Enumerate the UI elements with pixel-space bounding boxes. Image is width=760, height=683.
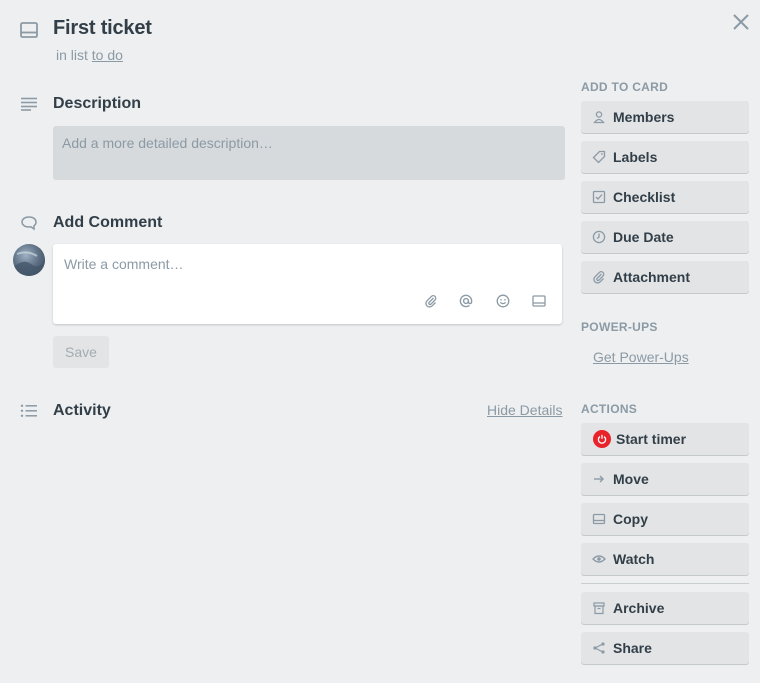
archive-label: Archive <box>613 600 665 616</box>
move-label: Move <box>613 471 649 487</box>
description-heading: Description <box>53 95 142 112</box>
start-timer-button[interactable]: Start timer <box>581 423 749 455</box>
arrow-right-icon <box>592 472 606 486</box>
labels-label: Labels <box>613 149 658 165</box>
start-timer-label: Start timer <box>616 431 687 447</box>
list-link[interactable]: to do <box>92 47 123 63</box>
description-icon <box>19 94 39 114</box>
members-label: Members <box>613 109 675 125</box>
save-button[interactable]: Save <box>53 336 109 368</box>
share-label: Share <box>613 640 652 656</box>
share-button[interactable]: Share <box>581 632 749 664</box>
card-icon <box>19 20 39 40</box>
actions-heading: ACTIONS <box>581 402 638 416</box>
checklist-label: Checklist <box>613 189 676 205</box>
paperclip-icon[interactable] <box>423 293 439 309</box>
eye-icon <box>592 552 606 566</box>
actions-divider <box>581 583 749 584</box>
watch-label: Watch <box>613 551 655 567</box>
at-icon[interactable] <box>458 293 474 309</box>
emoji-icon[interactable] <box>495 293 511 309</box>
tag-icon <box>592 150 606 164</box>
share-icon <box>592 641 606 655</box>
copy-button[interactable]: Copy <box>581 503 749 535</box>
activity-heading: Activity <box>53 402 111 419</box>
due-date-label: Due Date <box>613 229 674 245</box>
power-icon <box>593 430 611 448</box>
card-icon[interactable] <box>531 293 547 309</box>
in-list-prefix: in list <box>56 47 88 63</box>
get-power-ups-link[interactable]: Get Power-Ups <box>593 349 689 365</box>
archive-icon <box>592 601 606 615</box>
list-breadcrumb: in list to do <box>56 47 123 63</box>
card-title[interactable]: First ticket <box>53 17 152 40</box>
card-icon <box>592 512 606 526</box>
hide-details-link[interactable]: Hide Details <box>487 402 562 418</box>
description-field[interactable]: Add a more detailed description… <box>53 126 565 180</box>
labels-button[interactable]: Labels <box>581 141 749 173</box>
activity-icon <box>19 401 39 421</box>
archive-button[interactable]: Archive <box>581 592 749 624</box>
comment-input[interactable] <box>64 256 544 272</box>
clock-icon <box>592 230 606 244</box>
attachment-label: Attachment <box>613 269 691 285</box>
power-ups-heading: POWER-UPS <box>581 320 658 334</box>
comment-box[interactable] <box>53 244 562 324</box>
watch-button[interactable]: Watch <box>581 543 749 575</box>
add-comment-heading: Add Comment <box>53 214 163 231</box>
attachment-button[interactable]: Attachment <box>581 261 749 293</box>
comment-icon <box>19 213 39 233</box>
members-button[interactable]: Members <box>581 101 749 133</box>
checkbox-icon <box>592 190 606 204</box>
due-date-button[interactable]: Due Date <box>581 221 749 253</box>
person-icon <box>592 110 606 124</box>
add-to-card-heading: ADD TO CARD <box>581 80 669 94</box>
move-button[interactable]: Move <box>581 463 749 495</box>
copy-label: Copy <box>613 511 648 527</box>
avatar[interactable] <box>13 244 45 276</box>
close-icon[interactable] <box>729 10 753 34</box>
checklist-button[interactable]: Checklist <box>581 181 749 213</box>
paperclip-icon <box>592 270 606 284</box>
